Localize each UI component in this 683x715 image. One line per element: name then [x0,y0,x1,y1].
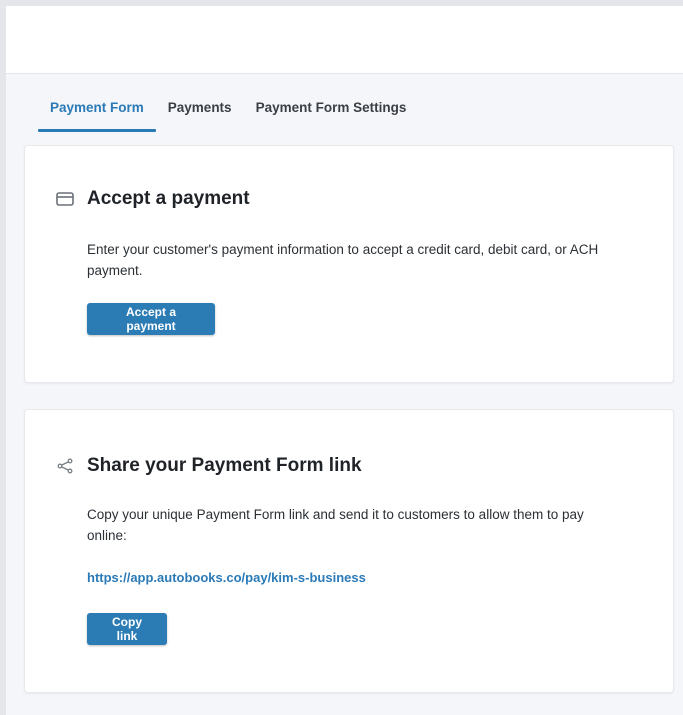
tab-payment-form-settings[interactable]: Payment Form Settings [244,94,419,132]
share-link-card: Share your Payment Form link Copy your u… [24,409,674,693]
tab-payments[interactable]: Payments [156,94,244,132]
card-description: Enter your customer's payment informatio… [87,242,599,278]
top-bar [6,6,683,74]
card-header: Share your Payment Form link [55,455,362,477]
copy-link-button[interactable]: Copy link [87,613,167,645]
card-description: Copy your unique Payment Form link and s… [87,507,584,543]
accept-payment-card: Accept a payment Enter your customer's p… [24,145,674,383]
accept-payment-button[interactable]: Accept a payment [87,303,215,335]
card-title: Accept a payment [87,188,250,209]
card-title: Share your Payment Form link [87,455,362,476]
tab-bar: Payment Form Payments Payment Form Setti… [38,94,418,132]
credit-card-icon [55,189,75,209]
payment-form-link[interactable]: https://app.autobooks.co/pay/kim-s-busin… [87,570,366,585]
app-frame: Payment Form Payments Payment Form Setti… [0,0,683,715]
share-icon [55,456,75,476]
card-header: Accept a payment [55,188,250,210]
tab-payment-form[interactable]: Payment Form [38,94,156,132]
